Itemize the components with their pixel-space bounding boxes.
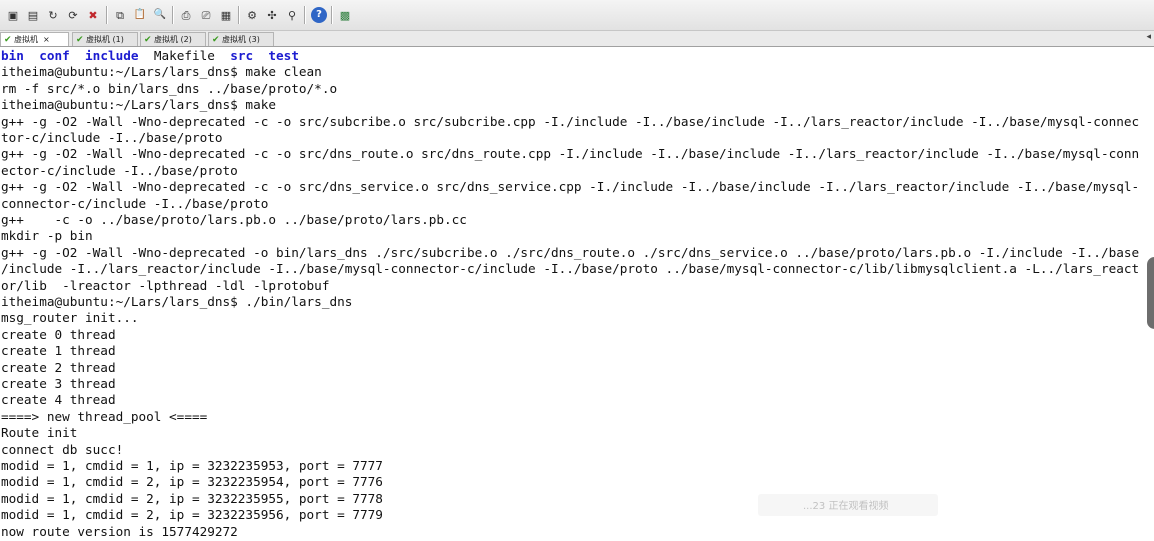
terminal-line: modid = 1, cmdid = 1, ip = 3232235953, p… — [1, 458, 383, 473]
terminal-line: create 1 thread — [1, 343, 116, 359]
new-session-icon[interactable]: ▣ — [5, 7, 21, 23]
terminal-line: create 4 thread — [1, 392, 116, 408]
toolbar: ▣ ▤ ↻ ⟳ ✖ ⧉ 📋 🔍 ⎙ ⎚ ▦ ⚙ ✣ ⚲ ? ▩ — [0, 0, 1154, 31]
terminal-line: or/lib -lreactor -lpthread -ldl -lprotob… — [1, 277, 330, 293]
terminal-line: create 0 thread — [1, 326, 116, 342]
terminal-line: connector-c/include -I../base/proto — [1, 195, 269, 211]
print-preview-icon[interactable]: ▦ — [218, 7, 234, 23]
tab-label: 虚拟机 — [14, 35, 38, 44]
toolbar-separator — [172, 6, 173, 24]
key-map-icon[interactable]: ✣ — [264, 7, 280, 23]
toolbar-separator — [106, 6, 107, 24]
terminal-line: itheima@ubuntu:~/Lars/lars_dns$ make cle… — [1, 64, 322, 80]
tab-session-0[interactable]: ✔ 虚拟机 × — [0, 32, 69, 46]
tab-session-2[interactable]: ✔ 虚拟机 (2) — [140, 32, 206, 46]
side-scroll-handle[interactable] — [1147, 257, 1154, 329]
tab-label: 虚拟机 (1) — [86, 35, 124, 44]
terminal-line: now route version is 1577429272 — [1, 523, 238, 539]
print-setup-icon[interactable]: ⎚ — [198, 7, 214, 23]
dir-entry: conf — [39, 48, 70, 63]
tab-label: 虚拟机 (2) — [154, 35, 192, 44]
terminal-output[interactable]: bin conf include Makefile src test ithei… — [0, 48, 1154, 541]
tab-label: 虚拟机 (3) — [222, 35, 260, 44]
terminal-line: ector-c/include -I../base/proto — [1, 162, 238, 178]
session-options-icon[interactable]: ⚙ — [244, 7, 260, 23]
terminal-line: mkdir -p bin — [1, 228, 93, 244]
terminal-line: g++ -c -o ../base/proto/lars.pb.o ../bas… — [1, 212, 467, 227]
terminal-line: msg_router init... — [1, 310, 139, 326]
terminal-line: Route init — [1, 425, 78, 441]
find-icon[interactable]: 🔍 — [152, 7, 168, 23]
terminal-line: create 3 thread — [1, 376, 116, 391]
watermark-text: ...23 正在观看视频 — [803, 501, 889, 512]
toolbar-separator — [238, 6, 239, 24]
connected-check-icon: ✔ — [4, 35, 12, 45]
screen-icon[interactable]: ▩ — [337, 7, 353, 23]
dir-entry: src — [230, 48, 254, 63]
dir-entry: bin — [1, 48, 24, 63]
terminal-line: g++ -g -O2 -Wall -Wno-deprecated -c -o s… — [1, 146, 1140, 162]
dir-entry: test — [268, 48, 299, 63]
terminal-line: modid = 1, cmdid = 2, ip = 3232235956, p… — [1, 507, 383, 523]
close-icon[interactable]: × — [43, 33, 50, 46]
tab-session-1[interactable]: ✔ 虚拟机 (1) — [72, 32, 138, 46]
terminal-line: tor-c/include -I../base/proto — [1, 130, 223, 145]
dir-entry: include — [85, 48, 139, 63]
reconnect-all-icon[interactable]: ⟳ — [65, 7, 81, 23]
connected-check-icon: ✔ — [144, 35, 152, 45]
toolbar-separator — [304, 6, 305, 24]
session-tab-bar: ✔ 虚拟机 × ✔ 虚拟机 (1) ✔ 虚拟机 (2) ✔ 虚拟机 (3) ◂ — [0, 31, 1154, 47]
terminal-line: ====> new thread_pool <==== — [1, 408, 208, 424]
terminal-line: rm -f src/*.o bin/lars_dns ../base/proto… — [1, 80, 338, 96]
file-entry: Makefile — [153, 48, 215, 63]
reconnect-icon[interactable]: ↻ — [45, 7, 61, 23]
terminal-line: modid = 1, cmdid = 2, ip = 3232235954, p… — [1, 474, 383, 490]
terminal-line: modid = 1, cmdid = 2, ip = 3232235955, p… — [1, 490, 383, 506]
print-icon[interactable]: ⎙ — [178, 7, 194, 23]
terminal-line-ls: bin conf include Makefile src test — [1, 48, 299, 64]
tab-session-3[interactable]: ✔ 虚拟机 (3) — [208, 32, 274, 46]
toolbar-separator — [331, 6, 332, 24]
terminal-line: create 2 thread — [1, 359, 116, 375]
terminal-line: g++ -g -O2 -Wall -Wno-deprecated -o bin/… — [1, 244, 1140, 260]
paste-icon[interactable]: 📋 — [132, 7, 148, 23]
connected-check-icon: ✔ — [212, 35, 220, 45]
terminal-line: g++ -g -O2 -Wall -Wno-deprecated -c -o s… — [1, 179, 1140, 195]
tab-scroll-left-icon[interactable]: ◂ — [1146, 32, 1151, 42]
copy-icon[interactable]: ⧉ — [112, 7, 128, 23]
connected-check-icon: ✔ — [76, 35, 84, 45]
help-icon[interactable]: ? — [311, 7, 327, 23]
disconnect-icon[interactable]: ✖ — [85, 7, 101, 23]
keyboard-map-icon[interactable]: ⚲ — [284, 7, 300, 23]
open-session-icon[interactable]: ▤ — [25, 7, 41, 23]
terminal-line: itheima@ubuntu:~/Lars/lars_dns$ make — [1, 97, 276, 113]
terminal-line: connect db succ! — [1, 441, 124, 457]
terminal-line: g++ -g -O2 -Wall -Wno-deprecated -c -o s… — [1, 113, 1140, 129]
terminal-line: /include -I../lars_reactor/include -I../… — [1, 261, 1140, 277]
terminal-line: itheima@ubuntu:~/Lars/lars_dns$ ./bin/la… — [1, 294, 353, 309]
